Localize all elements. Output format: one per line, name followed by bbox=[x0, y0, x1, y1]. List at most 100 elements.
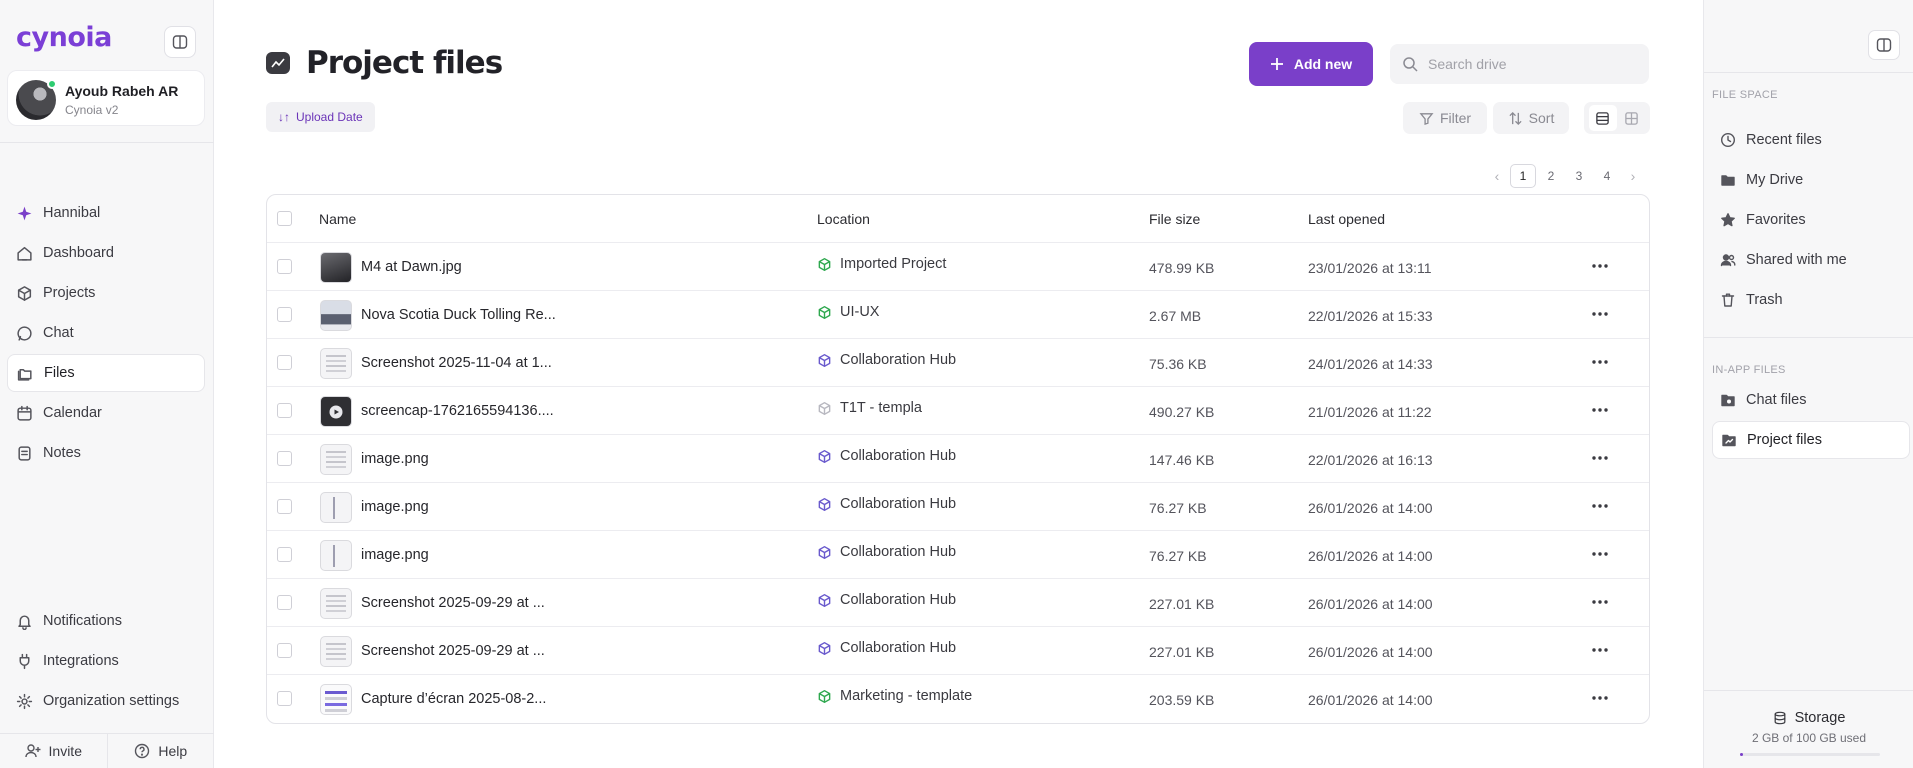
column-header-location[interactable]: Location bbox=[817, 211, 870, 227]
row-checkbox[interactable] bbox=[277, 259, 292, 274]
file-name[interactable]: image.png bbox=[361, 547, 429, 563]
nav-item-projects[interactable]: Projects bbox=[7, 274, 205, 312]
nav-item-shared-with-me[interactable]: Shared with me bbox=[1712, 241, 1910, 279]
row-more-button[interactable] bbox=[1587, 687, 1613, 709]
add-new-button[interactable]: Add new bbox=[1249, 42, 1373, 86]
row-more-button[interactable] bbox=[1587, 591, 1613, 613]
row-more-button[interactable] bbox=[1587, 495, 1613, 517]
file-location[interactable]: Collaboration Hub bbox=[817, 544, 956, 560]
table-row[interactable]: Screenshot 2025-09-29 at ... Collaborati… bbox=[267, 579, 1649, 627]
row-more-button[interactable] bbox=[1587, 303, 1613, 325]
user-card[interactable]: Ayoub Rabeh AR Cynoia v2 bbox=[7, 70, 205, 126]
nav-item-project-files[interactable]: Project files bbox=[1712, 421, 1910, 459]
help-button[interactable]: Help bbox=[106, 734, 215, 768]
file-name[interactable]: Nova Scotia Duck Tolling Re... bbox=[361, 307, 556, 323]
file-name[interactable]: Screenshot 2025-11-04 at 1... bbox=[361, 355, 552, 371]
table-body: M4 at Dawn.jpg Imported Project 478.99 K… bbox=[267, 243, 1649, 723]
nav-item-notes[interactable]: Notes bbox=[7, 434, 205, 472]
row-checkbox[interactable] bbox=[277, 307, 292, 322]
file-thumbnail bbox=[320, 300, 352, 331]
row-checkbox[interactable] bbox=[277, 403, 292, 418]
help-icon bbox=[135, 743, 150, 759]
next-page-icon[interactable]: › bbox=[1622, 164, 1644, 188]
table-row[interactable]: Capture d’écran 2025-08-2... Marketing -… bbox=[267, 675, 1649, 723]
file-location[interactable]: Collaboration Hub bbox=[817, 592, 956, 608]
more-horizontal-icon bbox=[1592, 648, 1608, 652]
table-row[interactable]: image.png Collaboration Hub 76.27 KB 26/… bbox=[267, 483, 1649, 531]
grid-view-icon bbox=[1625, 111, 1638, 125]
row-more-button[interactable] bbox=[1587, 399, 1613, 421]
row-checkbox[interactable] bbox=[277, 595, 292, 610]
file-location[interactable]: Collaboration Hub bbox=[817, 640, 956, 656]
file-location[interactable]: Collaboration Hub bbox=[817, 448, 956, 464]
nav-item-integrations[interactable]: Integrations bbox=[7, 642, 205, 680]
play-icon bbox=[329, 405, 343, 418]
storage-widget[interactable]: Storage 2 GB of 100 GB used bbox=[1704, 690, 1913, 768]
file-name[interactable]: Screenshot 2025-09-29 at ... bbox=[361, 595, 545, 611]
table-row[interactable]: image.png Collaboration Hub 76.27 KB 26/… bbox=[267, 531, 1649, 579]
table-row[interactable]: M4 at Dawn.jpg Imported Project 478.99 K… bbox=[267, 243, 1649, 291]
project-cube-icon bbox=[818, 641, 831, 655]
grid-view-button[interactable] bbox=[1618, 105, 1646, 131]
row-more-button[interactable] bbox=[1587, 255, 1613, 277]
page-button[interactable]: 1 bbox=[1510, 164, 1536, 188]
table-row[interactable]: Screenshot 2025-11-04 at 1... Collaborat… bbox=[267, 339, 1649, 387]
file-name[interactable]: Capture d’écran 2025-08-2... bbox=[361, 691, 546, 707]
row-checkbox[interactable] bbox=[277, 451, 292, 466]
previous-page-icon[interactable]: ‹ bbox=[1486, 164, 1508, 188]
row-checkbox[interactable] bbox=[277, 643, 292, 658]
sort-by-chip[interactable]: ↓↑ Upload Date bbox=[266, 102, 375, 132]
nav-item-organization-settings[interactable]: Organization settings bbox=[7, 682, 205, 720]
nav-item-trash[interactable]: Trash bbox=[1712, 281, 1910, 319]
file-location[interactable]: Imported Project bbox=[817, 256, 946, 272]
sidebar-collapse-button[interactable] bbox=[164, 26, 196, 58]
file-location[interactable]: Marketing - template bbox=[817, 688, 972, 704]
nav-item-favorites[interactable]: Favorites bbox=[1712, 201, 1910, 239]
file-name[interactable]: M4 at Dawn.jpg bbox=[361, 259, 462, 275]
invite-button[interactable]: Invite bbox=[0, 734, 107, 768]
nav-item-files[interactable]: Files bbox=[7, 354, 205, 392]
nav-item-hannibal[interactable]: Hannibal bbox=[7, 194, 205, 232]
row-more-button[interactable] bbox=[1587, 639, 1613, 661]
column-header-name[interactable]: Name bbox=[319, 211, 356, 227]
page-button[interactable]: 2 bbox=[1538, 164, 1564, 188]
nav-item-chat[interactable]: Chat bbox=[7, 314, 205, 352]
row-more-button[interactable] bbox=[1587, 543, 1613, 565]
file-location[interactable]: Collaboration Hub bbox=[817, 496, 956, 512]
row-checkbox[interactable] bbox=[277, 691, 292, 706]
nav-item-dashboard[interactable]: Dashboard bbox=[7, 234, 205, 272]
list-view-button[interactable] bbox=[1588, 105, 1617, 131]
file-name[interactable]: image.png bbox=[361, 499, 429, 515]
column-header-size[interactable]: File size bbox=[1149, 211, 1200, 227]
sort-button[interactable]: Sort bbox=[1493, 102, 1569, 134]
search-box[interactable] bbox=[1390, 44, 1649, 84]
nav-item-my-drive[interactable]: My Drive bbox=[1712, 161, 1910, 199]
row-checkbox[interactable] bbox=[277, 547, 292, 562]
table-row[interactable]: screencap-1762165594136.... T1T - templa… bbox=[267, 387, 1649, 435]
row-more-button[interactable] bbox=[1587, 351, 1613, 373]
row-more-button[interactable] bbox=[1587, 447, 1613, 469]
file-location[interactable]: T1T - templa bbox=[817, 400, 922, 416]
file-name[interactable]: Screenshot 2025-09-29 at ... bbox=[361, 643, 545, 659]
search-input[interactable] bbox=[1428, 56, 1628, 72]
file-location[interactable]: UI-UX bbox=[817, 304, 879, 320]
nav-item-notifications[interactable]: Notifications bbox=[7, 602, 205, 640]
brand-logo[interactable]: cynoia bbox=[16, 22, 112, 53]
row-checkbox[interactable] bbox=[277, 355, 292, 370]
row-checkbox[interactable] bbox=[277, 499, 292, 514]
table-row[interactable]: Nova Scotia Duck Tolling Re... UI-UX 2.6… bbox=[267, 291, 1649, 339]
file-name[interactable]: screencap-1762165594136.... bbox=[361, 403, 554, 419]
nav-item-recent-files[interactable]: Recent files bbox=[1712, 121, 1910, 159]
table-row[interactable]: Screenshot 2025-09-29 at ... Collaborati… bbox=[267, 627, 1649, 675]
nav-item-calendar[interactable]: Calendar bbox=[7, 394, 205, 432]
right-panel-toggle-button[interactable] bbox=[1868, 30, 1900, 60]
file-name[interactable]: image.png bbox=[361, 451, 429, 467]
column-header-last-opened[interactable]: Last opened bbox=[1308, 211, 1385, 227]
filter-button[interactable]: Filter bbox=[1403, 102, 1487, 134]
select-all-checkbox[interactable] bbox=[277, 211, 292, 226]
page-button[interactable]: 3 bbox=[1566, 164, 1592, 188]
table-row[interactable]: image.png Collaboration Hub 147.46 KB 22… bbox=[267, 435, 1649, 483]
nav-item-chat-files[interactable]: Chat files bbox=[1712, 381, 1910, 419]
page-button[interactable]: 4 bbox=[1594, 164, 1620, 188]
file-location[interactable]: Collaboration Hub bbox=[817, 352, 956, 368]
